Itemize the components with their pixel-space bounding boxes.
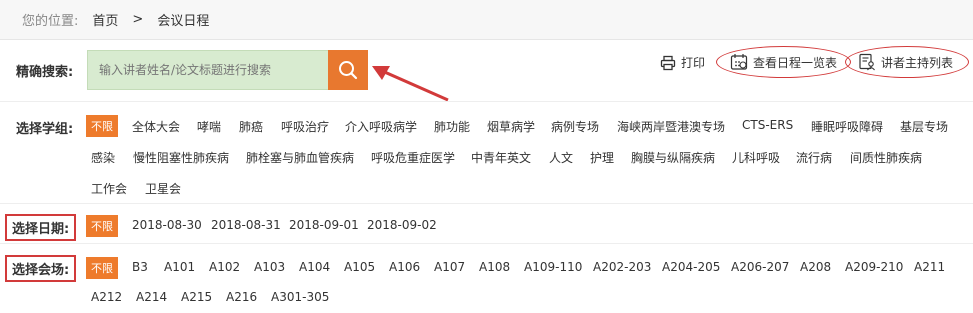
venue-filter-label: 选择会场: bbox=[5, 255, 77, 282]
subject-option[interactable]: 不限 bbox=[86, 115, 118, 137]
venue-option[interactable]: A204-205 bbox=[662, 260, 720, 274]
date-option[interactable]: 2018-09-02 bbox=[367, 218, 437, 232]
breadcrumb-label: 您的位置: bbox=[22, 14, 79, 29]
calendar-icon bbox=[730, 54, 748, 70]
venue-option[interactable]: A107 bbox=[434, 260, 465, 274]
date-filter-label: 选择日期: bbox=[5, 214, 77, 241]
subject-option[interactable]: 呼吸危重症医学 bbox=[371, 149, 455, 166]
venue-option[interactable]: A202-203 bbox=[593, 260, 651, 274]
date-option[interactable]: 不限 bbox=[86, 215, 118, 237]
venue-option[interactable]: A214 bbox=[136, 290, 167, 304]
subject-option[interactable]: 呼吸治疗 bbox=[281, 118, 329, 135]
subject-option[interactable]: 肺癌 bbox=[239, 118, 263, 135]
venue-option[interactable]: A108 bbox=[479, 260, 510, 274]
speaker-list-label: 讲者主持列表 bbox=[881, 55, 954, 70]
subject-option[interactable]: 介入呼吸病学 bbox=[345, 118, 417, 135]
venue-option[interactable]: A206-207 bbox=[731, 260, 789, 274]
subject-option[interactable]: 护理 bbox=[590, 149, 614, 166]
subject-option[interactable]: 胸膜与纵隔疾病 bbox=[631, 149, 715, 166]
subject-option[interactable]: 全体大会 bbox=[132, 118, 180, 135]
venue-option[interactable]: A109-110 bbox=[524, 260, 582, 274]
print-button[interactable]: 打印 bbox=[660, 54, 705, 71]
subject-option[interactable]: 烟草病学 bbox=[487, 118, 535, 135]
venue-option[interactable]: A101 bbox=[164, 260, 195, 274]
search-button[interactable] bbox=[328, 50, 368, 90]
venue-option[interactable]: A216 bbox=[226, 290, 257, 304]
search-input[interactable] bbox=[87, 50, 329, 90]
venue-option[interactable]: B3 bbox=[132, 260, 148, 274]
venue-option[interactable]: A105 bbox=[344, 260, 375, 274]
subject-option[interactable]: 间质性肺疾病 bbox=[850, 149, 922, 166]
subject-option[interactable]: 肺功能 bbox=[434, 118, 470, 135]
subject-option[interactable]: 人文 bbox=[549, 149, 573, 166]
subject-filter-label: 选择学组: bbox=[16, 122, 74, 137]
divider bbox=[0, 243, 973, 244]
venue-option[interactable]: A301-305 bbox=[271, 290, 329, 304]
breadcrumb: 您的位置: 首页 > 会议日程 bbox=[0, 0, 973, 40]
venue-option[interactable]: A209-210 bbox=[845, 260, 903, 274]
subject-option[interactable]: 慢性阻塞性肺疾病 bbox=[133, 149, 229, 166]
printer-icon bbox=[660, 55, 676, 70]
breadcrumb-current: 会议日程 bbox=[157, 14, 210, 29]
breadcrumb-separator: > bbox=[132, 12, 144, 27]
subject-option[interactable]: 工作会 bbox=[91, 180, 127, 197]
subject-option[interactable]: 肺栓塞与肺血管疾病 bbox=[246, 149, 354, 166]
print-label: 打印 bbox=[681, 56, 706, 70]
venue-option[interactable]: A104 bbox=[299, 260, 330, 274]
search-label: 精确搜索: bbox=[16, 65, 74, 80]
subject-option[interactable]: 流行病 bbox=[796, 149, 832, 166]
subject-option[interactable]: 病例专场 bbox=[551, 118, 599, 135]
subject-option[interactable]: CTS-ERS bbox=[742, 118, 793, 132]
speaker-list-button[interactable]: 讲者主持列表 bbox=[858, 53, 953, 71]
venue-option[interactable]: A102 bbox=[209, 260, 240, 274]
subject-option[interactable]: 感染 bbox=[91, 149, 115, 166]
venue-option[interactable]: A215 bbox=[181, 290, 212, 304]
subject-option[interactable]: 卫星会 bbox=[145, 180, 181, 197]
subject-option[interactable]: 中青年英文 bbox=[471, 149, 531, 166]
divider bbox=[0, 203, 973, 204]
venue-option[interactable]: A106 bbox=[389, 260, 420, 274]
schedule-overview-label: 查看日程一览表 bbox=[753, 55, 838, 70]
breadcrumb-home-link[interactable]: 首页 bbox=[92, 10, 118, 29]
subject-option[interactable]: 儿科呼吸 bbox=[732, 149, 780, 166]
date-option[interactable]: 2018-08-30 bbox=[132, 218, 202, 232]
subject-option[interactable]: 基层专场 bbox=[900, 118, 948, 135]
annotation-arrow-icon bbox=[372, 66, 449, 102]
subject-option[interactable]: 海峡两岸暨港澳专场 bbox=[617, 118, 725, 135]
divider bbox=[0, 101, 973, 102]
venue-option[interactable]: 不限 bbox=[86, 257, 118, 279]
search-icon bbox=[339, 61, 358, 80]
date-option[interactable]: 2018-09-01 bbox=[289, 218, 359, 232]
speaker-list-icon bbox=[859, 53, 875, 71]
venue-option[interactable]: A211 bbox=[914, 260, 945, 274]
venue-option[interactable]: A103 bbox=[254, 260, 285, 274]
subject-option[interactable]: 睡眠呼吸障碍 bbox=[811, 118, 883, 135]
venue-option[interactable]: A212 bbox=[91, 290, 122, 304]
schedule-overview-button[interactable]: 查看日程一览表 bbox=[730, 53, 837, 71]
venue-option[interactable]: A208 bbox=[800, 260, 831, 274]
date-option[interactable]: 2018-08-31 bbox=[211, 218, 281, 232]
subject-option[interactable]: 哮喘 bbox=[197, 118, 221, 135]
